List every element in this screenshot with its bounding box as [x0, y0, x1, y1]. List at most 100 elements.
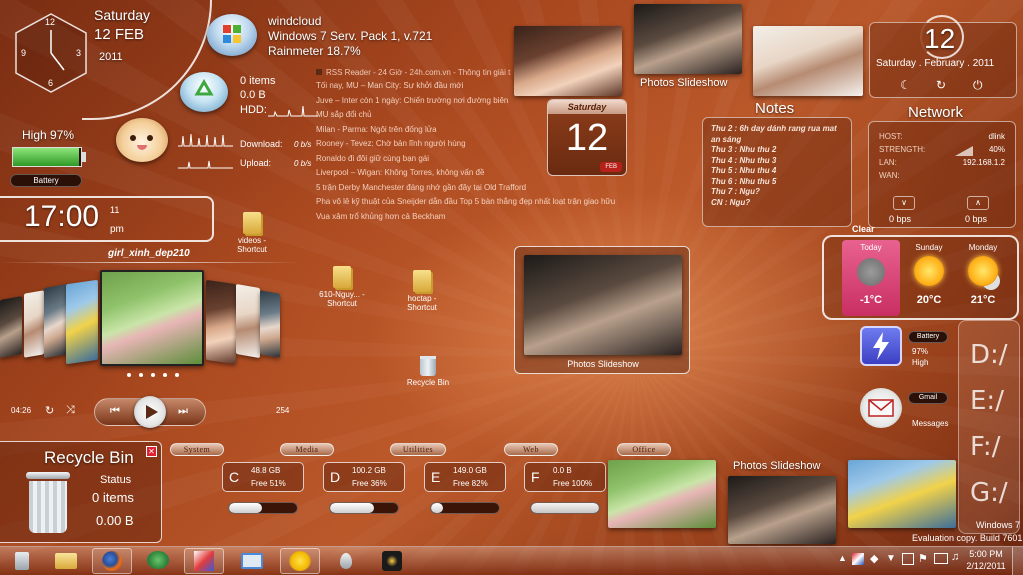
rss-item[interactable]: 5 trận Derby Manchester đáng nhớ gần đây… [316, 183, 630, 198]
desktop-icon-videos[interactable]: videos - Shortcut [222, 212, 282, 254]
desktop-icon-610[interactable]: 610-Nguy... - Shortcut [312, 266, 372, 308]
cover-pager-dots[interactable] [127, 373, 179, 379]
taskbar-app[interactable] [372, 548, 412, 574]
windows-logo-icon[interactable] [207, 14, 257, 56]
photo-top-1[interactable] [514, 26, 622, 96]
cover-center[interactable] [100, 270, 204, 366]
cover-right-2[interactable] [236, 283, 260, 359]
drive-letter-f[interactable]: F:/ [970, 432, 1000, 462]
battery-launcher-label[interactable]: Battery [908, 331, 948, 343]
rss-item[interactable]: Vua xâm trổ khủng hơn cả Beckham [316, 212, 630, 227]
weather-temp: 21°C [970, 294, 996, 306]
taskbar-drop[interactable] [326, 548, 366, 574]
drive-letter-e[interactable]: E:/ [970, 386, 1004, 416]
yahoo-messenger-icon [289, 551, 311, 571]
tray-network-icon[interactable] [902, 553, 914, 565]
tray-monitor-icon[interactable] [934, 553, 948, 564]
tab-office[interactable]: Office [617, 443, 671, 456]
cover-right-1[interactable] [206, 279, 236, 365]
drive-free: Free 82% [453, 479, 488, 488]
gmail-launcher-label[interactable]: Gmail [908, 392, 948, 404]
taskbar-firefox[interactable] [92, 548, 132, 574]
recycle-bin-title: Recycle Bin [44, 448, 134, 467]
drive-d[interactable]: D 100.2 GB Free 36% [323, 462, 405, 492]
tray-drop-icon[interactable]: ◆ [870, 552, 878, 565]
photo-bottom-1[interactable] [608, 460, 716, 528]
photo-top-3[interactable] [753, 26, 863, 96]
weather-day-name: Sunday [915, 243, 943, 252]
taskbar-explorer[interactable] [46, 548, 86, 574]
play-button[interactable] [134, 396, 166, 428]
drive-f[interactable]: F 0.0 B Free 100% [524, 462, 606, 492]
tray-flag2-icon[interactable]: ⚑ [918, 552, 928, 565]
rss-item[interactable]: Pha vô lê kỹ thuật của Sneijder dẫn đầu … [316, 197, 630, 212]
previous-button[interactable]: ⏮ [110, 405, 120, 418]
tray-clock[interactable]: 5:00 PM 2/12/2011 [964, 548, 1008, 574]
cover-right-3[interactable] [260, 290, 280, 358]
calendar-day: Saturday [548, 100, 626, 114]
shuffle-icon[interactable]: ⤨ [66, 404, 75, 417]
weather-day-name: Monday [968, 243, 998, 252]
cover-left-4[interactable] [0, 296, 22, 358]
folder-icon [55, 553, 77, 569]
battery-launcher-level: High [912, 358, 929, 367]
network-row-wan: WAN: [879, 171, 1005, 184]
sleep-icon[interactable]: ☾ [900, 78, 911, 92]
drive-letter: C [229, 469, 240, 485]
drive-letter-d[interactable]: D:/ [970, 340, 1008, 370]
next-button[interactable]: ⏭ [178, 405, 188, 418]
recycle-bin-close-icon[interactable]: ✕ [146, 446, 157, 457]
recycle-mini-icon[interactable] [180, 72, 228, 112]
cover-left-1[interactable] [66, 279, 98, 365]
taskbar-window[interactable] [232, 548, 272, 574]
desktop-icon-hoctap[interactable]: hoctap - Shortcut [392, 270, 452, 312]
repeat-icon[interactable]: ↻ [45, 404, 54, 417]
clock-date: 12 FEB [94, 26, 145, 43]
show-desktop-button[interactable] [1012, 547, 1023, 575]
taskbar-computer[interactable] [2, 548, 42, 574]
tab-web[interactable]: Web [504, 443, 558, 456]
tray-expand-icon[interactable]: ▲ [838, 553, 847, 563]
photo-bottom-2[interactable] [728, 476, 836, 544]
taskbar-media[interactable] [184, 548, 224, 574]
drive-d-usage-bar [329, 502, 399, 514]
tray-signal-icon[interactable]: ▼ [886, 553, 896, 564]
gmail-envelope-icon[interactable] [860, 388, 902, 428]
os-version: Windows 7 Serv. Pack 1, v.721 [268, 29, 433, 43]
digital-clock-ampm: pm [110, 224, 124, 235]
center-slideshow[interactable]: Photos Slideshow [514, 246, 690, 374]
restart-icon[interactable]: ↻ [936, 78, 946, 92]
photo-bottom-3[interactable] [848, 460, 956, 528]
cover-flow[interactable] [0, 268, 285, 368]
recycle-bin-size: 0.00 B [96, 513, 134, 528]
power-icon[interactable]: ⏻ [973, 78, 983, 93]
calendar-month: FEB [600, 162, 622, 172]
photo-top-2[interactable] [634, 4, 742, 74]
drive-letter-g[interactable]: G:/ [970, 478, 1008, 508]
notes-panel[interactable]: Thu 2 : 6h day dánh rang rua mat an sáng… [702, 117, 852, 227]
cover-left-2[interactable] [44, 283, 68, 359]
notes-line: Thu 2 : 6h day dánh rang rua mat [711, 124, 837, 133]
drive-free: Free 51% [251, 479, 286, 488]
tab-media[interactable]: Media [280, 443, 334, 456]
tab-system[interactable]: System [170, 443, 224, 456]
calendar-card[interactable]: Saturday 12 FEB [547, 99, 627, 176]
network-title: Network [908, 104, 964, 121]
signal-strength-icon [955, 146, 973, 156]
notes-title: Notes [755, 100, 795, 117]
tab-utilities[interactable]: Utilities [390, 443, 446, 456]
taskbar-yahoo[interactable] [280, 548, 320, 574]
drive-e[interactable]: E 149.0 GB Free 82% [424, 462, 506, 492]
tray-volume-icon[interactable]: ♫ [951, 551, 959, 563]
cover-left-3[interactable] [24, 290, 44, 358]
battery-launcher-icon[interactable] [860, 326, 902, 366]
drive-usage-fill [431, 503, 444, 513]
drive-c-usage-bar [228, 502, 298, 514]
network-key: STRENGTH: [879, 145, 926, 154]
notes-line: Thu 5 : Nhu thu 4 [711, 166, 777, 175]
desktop-icon-recycle-bin[interactable]: Recycle Bin [398, 356, 458, 387]
drive-c[interactable]: C 48.8 GB Free 51% [222, 462, 304, 492]
taskbar-idm[interactable] [138, 548, 178, 574]
desktop-icon-label: videos - Shortcut [237, 236, 267, 254]
tray-flag-icon[interactable] [852, 553, 864, 565]
